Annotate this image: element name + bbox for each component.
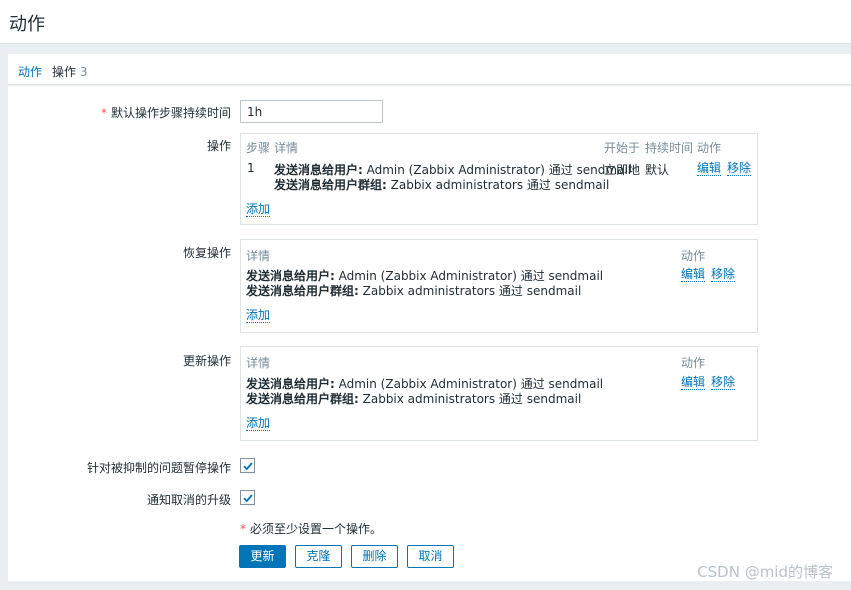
- watermark: CSDN @mid的博客: [697, 563, 833, 581]
- page-title: 动作: [9, 14, 45, 35]
- recovery-detail-line2: 发送消息给用户群组: Zabbix administrators 通过 send…: [246, 284, 582, 298]
- operation-add-link[interactable]: 添加: [246, 202, 271, 217]
- col-step: 步骤: [246, 141, 271, 155]
- table-row-step: 1: [247, 161, 255, 175]
- recovery-remove-link[interactable]: 移除: [711, 267, 736, 282]
- tab-action[interactable]: 动作: [18, 63, 42, 80]
- operations-form: *默认操作步骤持续时间 操作 步骤 详情 开始于 持续时间 动作 1 发送消息给…: [8, 86, 851, 581]
- update-col-details: 详情: [246, 356, 271, 370]
- col-details: 详情: [274, 141, 299, 155]
- operations-table: 步骤 详情 开始于 持续时间 动作 1 发送消息给用户: Admin (Zabb…: [240, 133, 758, 225]
- required-note: * 必须至少设置一个操作。: [240, 522, 383, 536]
- update-col-action: 动作: [681, 356, 706, 370]
- cancel-button[interactable]: 取消: [407, 545, 454, 568]
- page-header: 动作: [0, 0, 851, 44]
- col-start: 开始于: [604, 141, 641, 155]
- tab-operations-label: 操作: [52, 65, 77, 79]
- update-operations-label: 更新操作: [182, 354, 231, 368]
- update-button[interactable]: 更新: [239, 545, 286, 568]
- operations-label: 操作: [206, 139, 231, 153]
- pause-suppressed-label: 针对被抑制的问题暂停操作: [86, 461, 231, 475]
- recovery-col-details: 详情: [246, 249, 271, 263]
- recovery-operations-label: 恢复操作: [182, 246, 231, 260]
- operation-remove-link[interactable]: 移除: [727, 161, 752, 176]
- checkmark-icon: [243, 462, 253, 471]
- recovery-operations-table: 详情 动作 发送消息给用户: Admin (Zabbix Administrat…: [240, 239, 758, 333]
- table-row-duration: 默认: [645, 163, 670, 177]
- pause-suppressed-checkbox[interactable]: [240, 458, 255, 473]
- col-duration: 持续时间: [645, 141, 694, 155]
- checkmark-icon: [243, 494, 253, 503]
- duration-label: * 默认操作步骤持续时间: [100, 106, 231, 120]
- update-remove-link[interactable]: 移除: [711, 375, 736, 390]
- update-edit-link[interactable]: 编辑: [681, 375, 706, 390]
- col-action: 动作: [697, 141, 722, 155]
- duration-input[interactable]: [240, 100, 383, 123]
- tab-operations-count: 3: [79, 65, 88, 79]
- required-mark: *: [240, 522, 246, 536]
- recovery-edit-link[interactable]: 编辑: [681, 267, 706, 282]
- delete-button[interactable]: 删除: [351, 545, 398, 568]
- recovery-col-action: 动作: [681, 249, 706, 263]
- operation-edit-link[interactable]: 编辑: [697, 161, 722, 176]
- update-operations-table: 详情 动作 发送消息给用户: Admin (Zabbix Administrat…: [240, 346, 758, 441]
- update-add-link[interactable]: 添加: [246, 416, 271, 431]
- table-row-start: 立即地: [604, 163, 641, 177]
- recovery-add-link[interactable]: 添加: [246, 308, 271, 323]
- tabs-bar: 动作 操作 3: [8, 54, 851, 89]
- table-row-detail-line2: 发送消息给用户群组: Zabbix administrators 通过 send…: [274, 178, 610, 192]
- update-detail-line2: 发送消息给用户群组: Zabbix administrators 通过 send…: [246, 392, 582, 406]
- notify-canceled-label: 通知取消的升级: [146, 493, 231, 507]
- clone-button[interactable]: 克隆: [295, 545, 342, 568]
- required-mark: *: [100, 106, 107, 120]
- notify-canceled-checkbox[interactable]: [240, 490, 255, 505]
